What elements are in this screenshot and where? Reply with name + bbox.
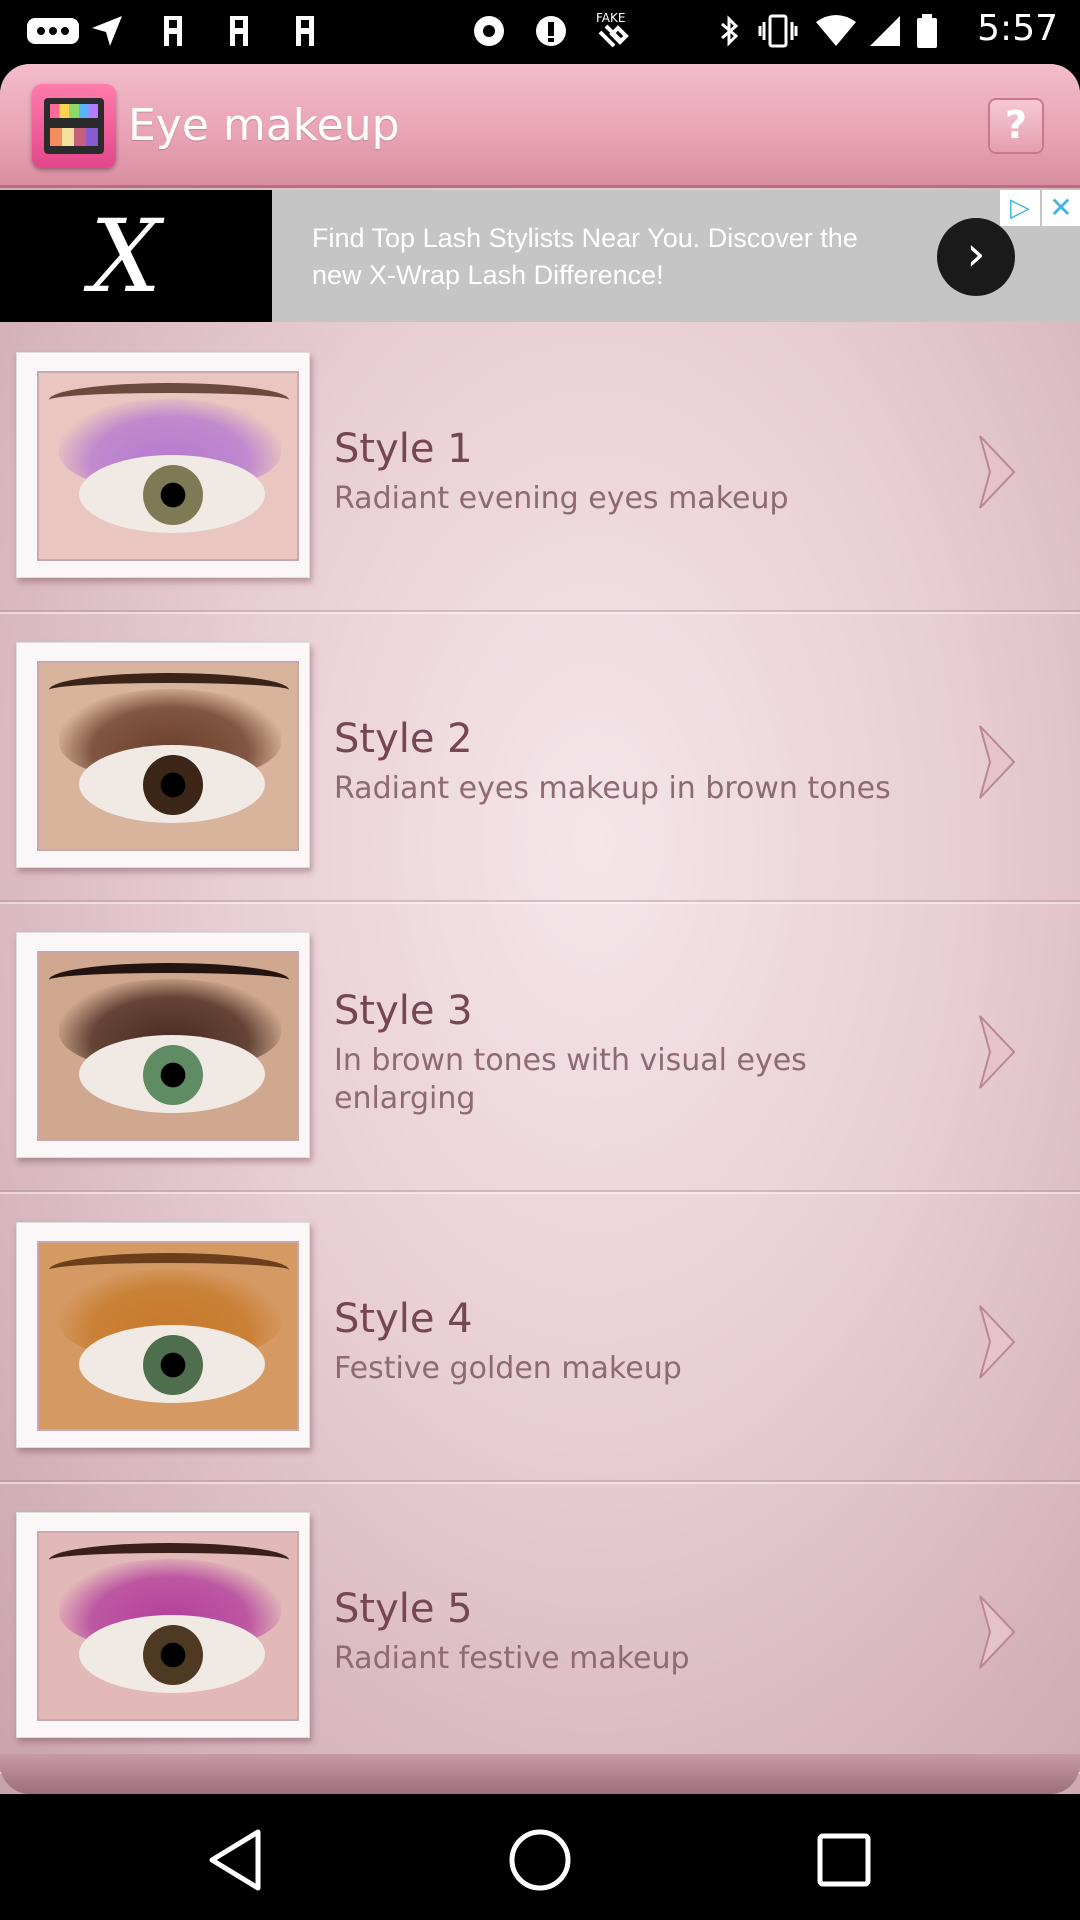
chevron-right-icon: [979, 435, 1016, 509]
navigation-bar: [0, 1794, 1080, 1920]
style-thumbnail: [16, 1512, 310, 1738]
eye-photo: [37, 661, 299, 851]
list-item-style-4[interactable]: Style 4 Festive golden makeup: [0, 1192, 1080, 1484]
svg-text:FAKE: FAKE: [596, 11, 625, 25]
more-icon: [27, 18, 79, 44]
style-title: Style 4: [334, 1296, 473, 1342]
ad-choices-icon[interactable]: ▷: [1000, 190, 1040, 226]
chevron-right-icon: [979, 1015, 1016, 1089]
bookmark-icon: [230, 16, 248, 46]
ad-banner[interactable]: X Find Top Lash Stylists Near You. Disco…: [0, 190, 1080, 322]
eye-photo: [37, 951, 299, 1141]
app-bottom-edge: [0, 1754, 1080, 1794]
style-title: Style 3: [334, 988, 473, 1034]
ad-logo: X: [0, 190, 272, 322]
eye-photo: [37, 1531, 299, 1721]
style-title: Style 5: [334, 1586, 473, 1632]
style-thumbnail: [16, 1222, 310, 1448]
signal-icon: [870, 16, 900, 46]
list-item-style-2[interactable]: Style 2 Radiant eyes makeup in brown ton…: [0, 612, 1080, 904]
ad-text: Find Top Lash Stylists Near You. Discove…: [312, 223, 858, 290]
status-bar: FAKE 5:57: [0, 0, 1080, 64]
ad-close-icon[interactable]: ✕: [1042, 190, 1080, 226]
page-title: Eye makeup: [128, 100, 400, 151]
title-bar: Eye makeup ?: [0, 64, 1080, 188]
chevron-right-icon: [979, 1595, 1016, 1669]
styles-list: Style 1 Radiant evening eyes makeup Styl…: [0, 322, 1080, 1774]
chevron-right-icon: [979, 1305, 1016, 1379]
recents-icon[interactable]: [804, 1820, 884, 1900]
style-thumbnail: [16, 352, 310, 578]
style-thumbnail: [16, 932, 310, 1158]
clock: 5:57: [977, 8, 1058, 49]
chevron-right-icon: [979, 725, 1016, 799]
style-subtitle: Festive golden makeup: [334, 1351, 682, 1386]
style-subtitle: Radiant festive makeup: [334, 1641, 690, 1676]
style-title: Style 2: [334, 716, 473, 762]
navigation-icon: [92, 16, 122, 46]
record-icon: [474, 16, 504, 46]
list-item-style-5[interactable]: Style 5 Radiant festive makeup: [0, 1482, 1080, 1774]
bluetooth-icon: [721, 15, 739, 47]
app-window: Eye makeup ? X Find Top Lash Stylists Ne…: [0, 64, 1080, 1794]
bookmark-icon: [296, 16, 314, 46]
help-button[interactable]: ?: [988, 98, 1044, 154]
home-icon[interactable]: [500, 1820, 580, 1900]
style-subtitle: Radiant evening eyes makeup: [334, 481, 789, 516]
style-subtitle: In brown tones with visual eyes enlargin…: [334, 1043, 807, 1116]
wifi-icon: [816, 15, 856, 46]
fake-gps-icon: FAKE: [596, 11, 629, 48]
eye-photo: [37, 1241, 299, 1431]
style-title: Style 1: [334, 426, 473, 472]
list-item-style-3[interactable]: Style 3 In brown tones with visual eyes …: [0, 902, 1080, 1194]
makeup-palette-icon: [32, 84, 116, 168]
back-icon[interactable]: [198, 1820, 278, 1900]
eye-photo: [37, 371, 299, 561]
bookmark-icon: [164, 16, 182, 46]
vibrate-icon: [758, 14, 798, 48]
ad-arrow-icon[interactable]: ›: [937, 218, 1015, 296]
battery-icon: [917, 14, 937, 48]
list-item-style-1[interactable]: Style 1 Radiant evening eyes makeup: [0, 322, 1080, 614]
style-thumbnail: [16, 642, 310, 868]
style-subtitle: Radiant eyes makeup in brown tones: [334, 771, 891, 806]
info-icon: [536, 16, 566, 46]
